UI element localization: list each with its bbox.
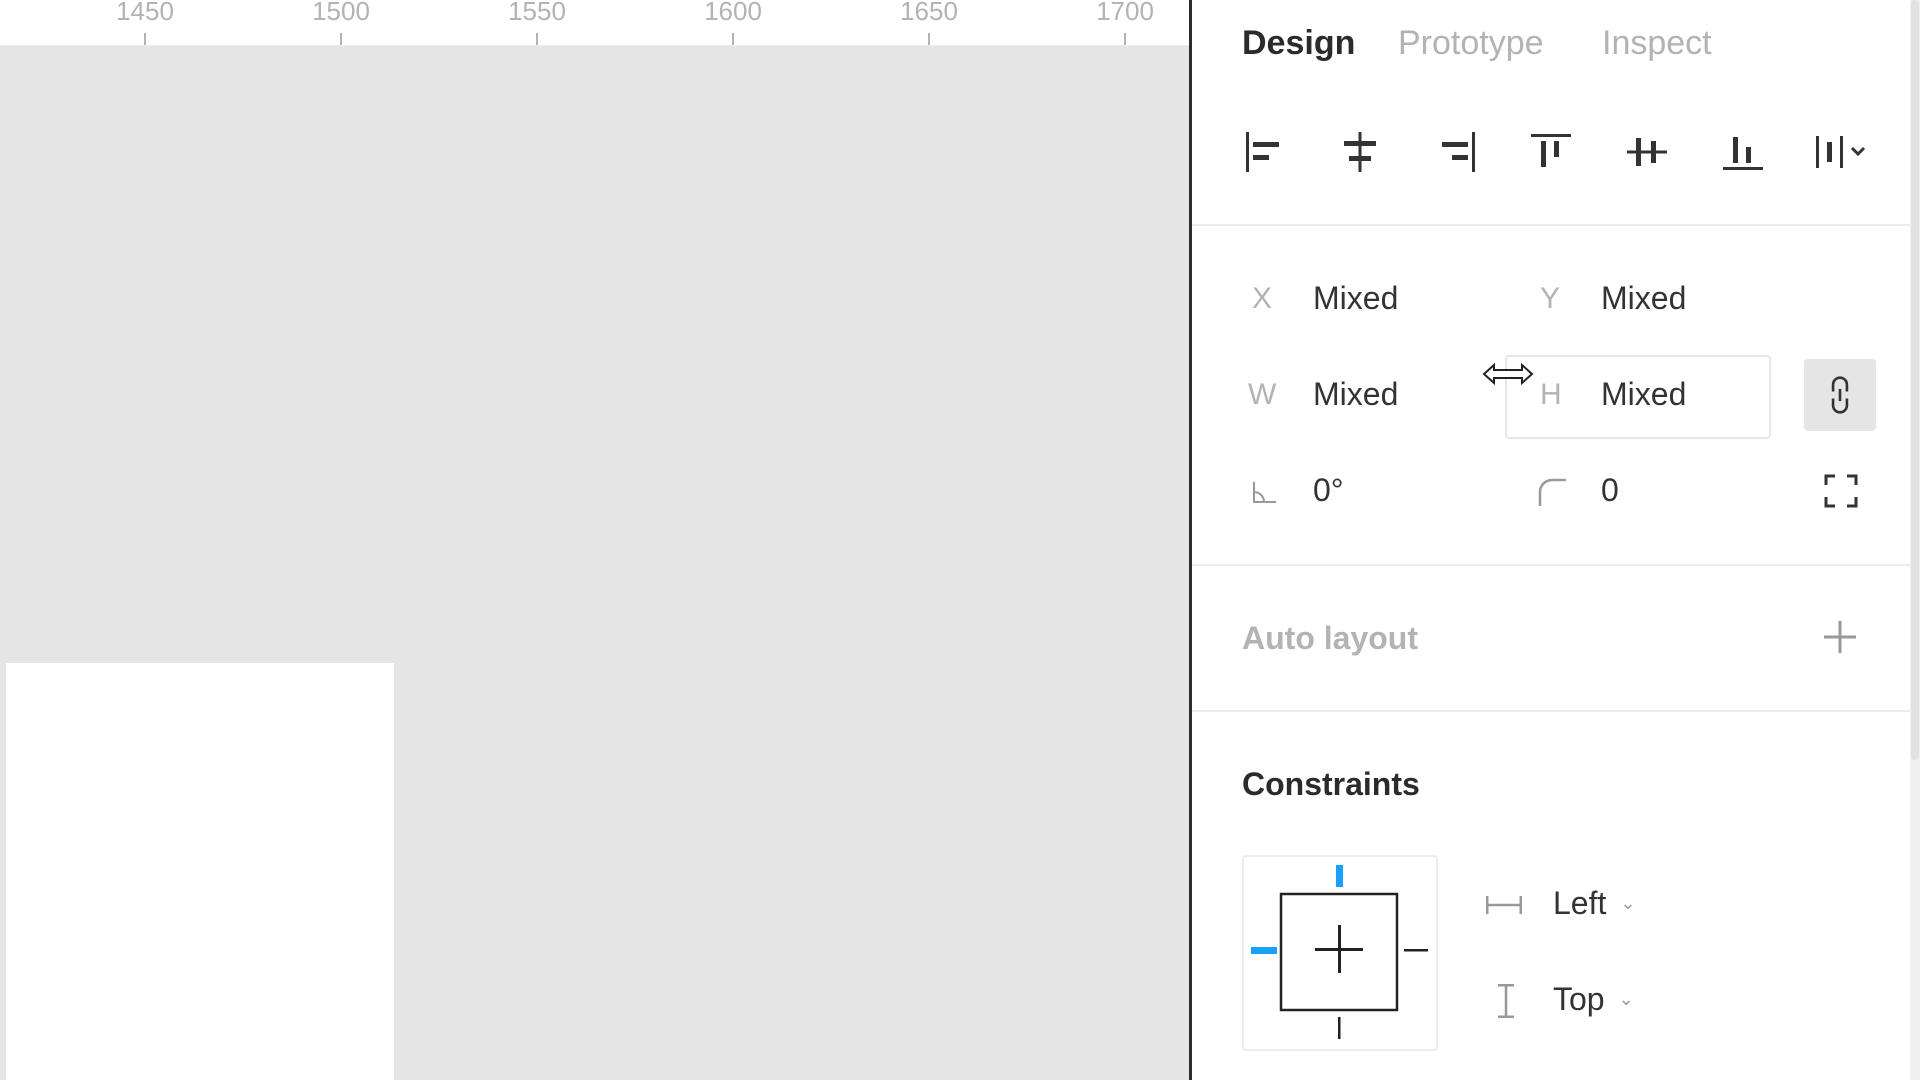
- right-constraint-handle: [1404, 949, 1428, 952]
- chevron-down-icon: ⌄: [1620, 893, 1636, 913]
- distribute-dropdown-button[interactable]: [1806, 120, 1878, 184]
- vertical-constraint-value: Top: [1553, 981, 1605, 1017]
- ruler-tick-label: 1650: [900, 0, 958, 26]
- constrain-proportions-button[interactable]: [1804, 359, 1876, 431]
- y-label: Y: [1540, 282, 1561, 315]
- ruler-tick-label: 1450: [116, 0, 174, 26]
- align-bottom-button[interactable]: [1711, 120, 1775, 184]
- ruler-tick-label: 1700: [1096, 0, 1154, 26]
- align-top-icon: [1531, 134, 1571, 167]
- section-divider: [1192, 710, 1910, 712]
- align-left-icon: [1246, 132, 1279, 172]
- section-divider: [1192, 224, 1910, 226]
- align-top-button[interactable]: [1519, 120, 1583, 184]
- chevron-down-icon: ⌄: [1618, 989, 1634, 1009]
- vertical-constraint-icon: [1498, 984, 1514, 1018]
- canvas-frame[interactable]: [6, 663, 394, 1080]
- resize-cursor-icon: [1482, 362, 1534, 386]
- design-canvas[interactable]: 1450 1500 1550 1600 1650 1700: [0, 0, 1189, 1080]
- h-input[interactable]: Mixed: [1601, 376, 1686, 413]
- align-right-icon: [1442, 132, 1475, 172]
- tab-inspect[interactable]: Inspect: [1602, 24, 1712, 63]
- rotation-input[interactable]: 0°: [1313, 472, 1344, 509]
- link-icon: [1831, 376, 1849, 414]
- align-horizontal-center-button[interactable]: [1328, 120, 1392, 184]
- align-horizontal-center-icon: [1344, 132, 1376, 172]
- horizontal-ruler: 1450 1500 1550 1600 1650 1700: [0, 0, 1189, 46]
- auto-layout-title: Auto layout: [1242, 620, 1418, 656]
- align-vertical-center-button[interactable]: [1615, 120, 1679, 184]
- y-input[interactable]: Mixed: [1601, 280, 1686, 317]
- w-label: W: [1248, 378, 1277, 411]
- bottom-constraint-handle: [1338, 1017, 1341, 1039]
- corner-radius-input[interactable]: 0: [1601, 472, 1619, 509]
- vertical-constraint-dropdown[interactable]: Top ⌄: [1553, 981, 1634, 1018]
- ruler-tick-label: 1550: [508, 0, 566, 26]
- rotation-icon: [1253, 482, 1276, 503]
- constraints-diagram: [1251, 865, 1428, 1039]
- horizontal-constraint-icon: [1486, 896, 1522, 914]
- panel-scrollbar-thumb[interactable]: [1911, 0, 1919, 760]
- section-divider: [1192, 564, 1910, 566]
- corner-radius-icon: [1538, 478, 1566, 506]
- tab-prototype[interactable]: Prototype: [1398, 24, 1544, 63]
- align-left-button[interactable]: [1232, 120, 1296, 184]
- x-input[interactable]: Mixed: [1313, 280, 1398, 317]
- x-label: X: [1252, 282, 1273, 315]
- constraints-widget[interactable]: [1242, 855, 1438, 1051]
- w-input[interactable]: Mixed: [1313, 376, 1398, 413]
- ruler-tick-label: 1500: [312, 0, 370, 26]
- tab-design[interactable]: Design: [1242, 24, 1355, 63]
- horizontal-constraint-dropdown[interactable]: Left ⌄: [1553, 885, 1635, 922]
- h-label: H: [1540, 378, 1562, 411]
- horizontal-constraint-value: Left: [1553, 885, 1607, 921]
- left-constraint-handle: [1251, 947, 1277, 954]
- distribute-icon: [1816, 136, 1866, 168]
- top-constraint-handle: [1336, 865, 1343, 887]
- constraints-title: Constraints: [1242, 766, 1420, 802]
- add-auto-layout-icon[interactable]: [1822, 619, 1858, 655]
- ruler-tick-label: 1600: [704, 0, 762, 26]
- align-vertical-center-icon: [1627, 138, 1667, 166]
- align-bottom-icon: [1723, 137, 1763, 170]
- independent-corners-icon[interactable]: [1824, 474, 1858, 508]
- align-right-button[interactable]: [1425, 120, 1489, 184]
